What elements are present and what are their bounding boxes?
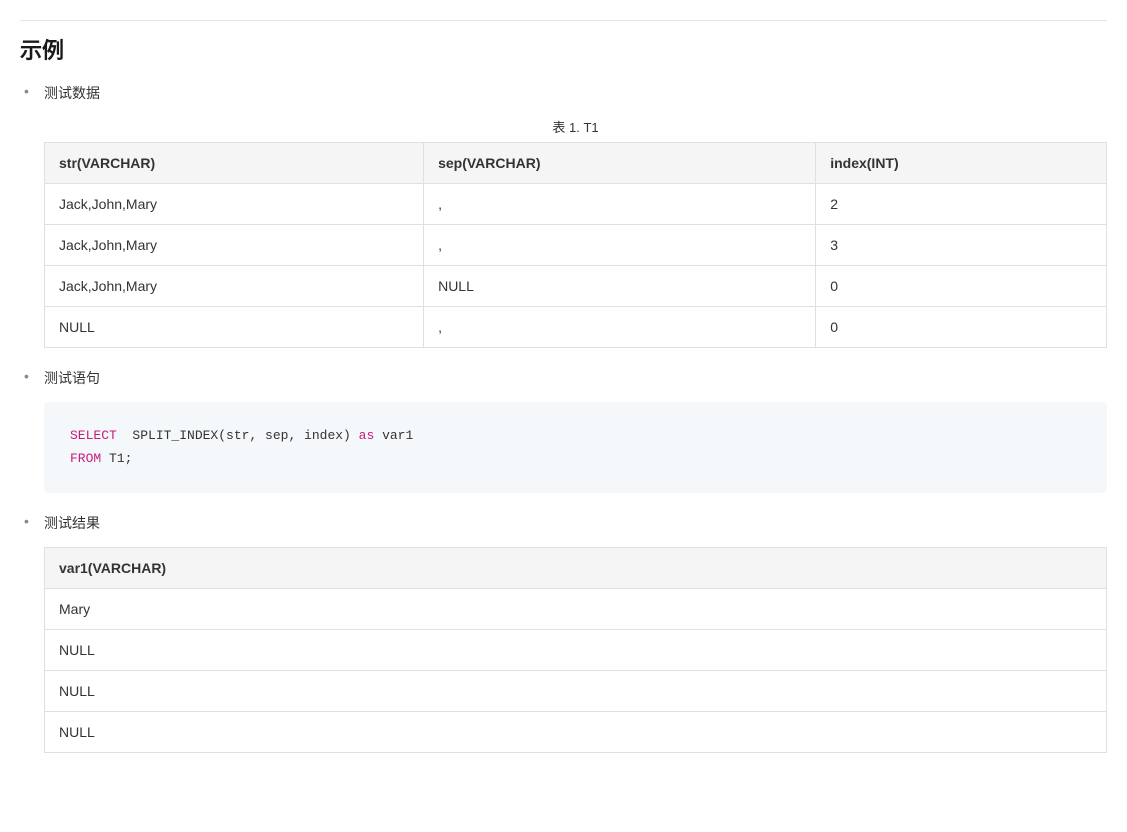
table-row: NULL , 0	[45, 307, 1107, 348]
cell: NULL	[45, 670, 1107, 711]
cell: 0	[816, 307, 1107, 348]
cell: Mary	[45, 588, 1107, 629]
table-result: var1(VARCHAR) Mary NULL NULL NULL	[44, 547, 1107, 753]
code-alias: var1	[374, 428, 413, 443]
code-block: SELECT SPLIT_INDEX(str, sep, index) as v…	[44, 402, 1107, 493]
bullet-label-test-result: 测试结果	[44, 513, 1107, 533]
keyword-as: as	[359, 428, 375, 443]
cell: Jack,John,Mary	[45, 266, 424, 307]
cell: Jack,John,Mary	[45, 184, 424, 225]
code-from-rest: T1;	[101, 451, 132, 466]
bullet-test-stmt: 测试语句 SELECT SPLIT_INDEX(str, sep, index)…	[20, 368, 1107, 493]
table-row: Jack,John,Mary , 3	[45, 225, 1107, 266]
table-row: Mary	[45, 588, 1107, 629]
table-row: Jack,John,Mary NULL 0	[45, 266, 1107, 307]
cell: NULL	[45, 711, 1107, 752]
bullet-label-test-data: 测试数据	[44, 83, 1107, 103]
section-title: 示例	[20, 33, 1107, 65]
th-index: index(INT)	[816, 143, 1107, 184]
th-var1: var1(VARCHAR)	[45, 547, 1107, 588]
bullet-label-test-stmt: 测试语句	[44, 368, 1107, 388]
table-row: NULL	[45, 711, 1107, 752]
cell: NULL	[45, 629, 1107, 670]
cell: NULL	[45, 307, 424, 348]
cell: ,	[424, 184, 816, 225]
table-caption: 表 1. T1	[44, 117, 1107, 136]
table-row: NULL	[45, 670, 1107, 711]
keyword-select: SELECT	[70, 428, 117, 443]
table-t1: str(VARCHAR) sep(VARCHAR) index(INT) Jac…	[44, 142, 1107, 348]
cell: 0	[816, 266, 1107, 307]
cell: 3	[816, 225, 1107, 266]
cell: 2	[816, 184, 1107, 225]
cell: Jack,John,Mary	[45, 225, 424, 266]
table-row: Jack,John,Mary , 2	[45, 184, 1107, 225]
keyword-from: FROM	[70, 451, 101, 466]
cell: ,	[424, 307, 816, 348]
th-str: str(VARCHAR)	[45, 143, 424, 184]
bullet-test-data: 测试数据 表 1. T1 str(VARCHAR) sep(VARCHAR) i…	[20, 83, 1107, 348]
cell: NULL	[424, 266, 816, 307]
cell: ,	[424, 225, 816, 266]
table-row: NULL	[45, 629, 1107, 670]
th-sep: sep(VARCHAR)	[424, 143, 816, 184]
bullet-test-result: 测试结果 var1(VARCHAR) Mary NULL NULL	[20, 513, 1107, 753]
code-body: SPLIT_INDEX(str, sep, index)	[117, 428, 359, 443]
